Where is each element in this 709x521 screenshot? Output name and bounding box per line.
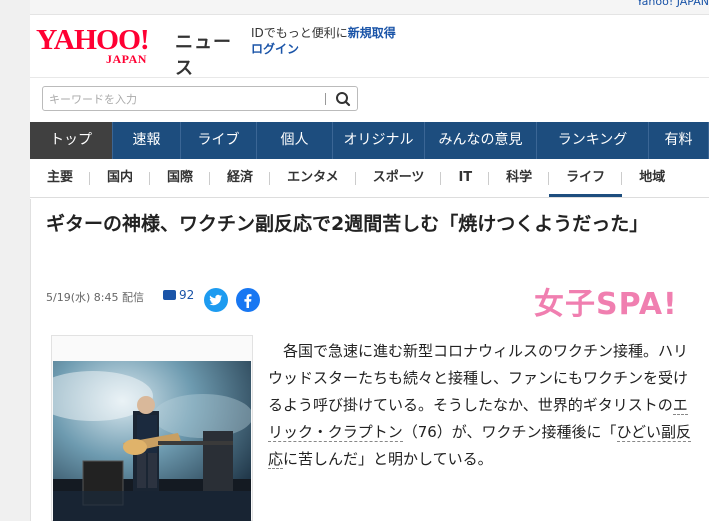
yahoo-news-logo[interactable]: YAHOO! JAPAN ニュース — [36, 24, 246, 79]
signup-link[interactable]: 新規取得 — [348, 26, 396, 40]
search-separator — [325, 93, 326, 105]
header-divider — [30, 77, 709, 78]
sub-nav-item[interactable]: 科学 — [489, 159, 550, 197]
facebook-share-button[interactable] — [236, 288, 260, 312]
main-nav-item[interactable]: オリジナル — [333, 122, 425, 159]
twitter-share-button[interactable] — [204, 288, 228, 312]
search-button[interactable] — [332, 89, 354, 109]
sub-nav-item[interactable]: エンタメ — [270, 159, 356, 197]
twitter-icon — [209, 294, 222, 306]
article-headline: ギターの神様、ワクチン副反応で2週間苦しむ「焼けつくようだった」 — [46, 213, 649, 235]
sub-nav-item[interactable]: 地域 — [622, 159, 682, 197]
search-icon — [336, 92, 351, 107]
comment-icon — [163, 290, 176, 300]
login-promo: IDでもっと便利に新規取得 ログイン — [251, 25, 396, 57]
search-input[interactable] — [47, 90, 321, 109]
publish-date: 5/19(水) 8:45 配信 — [46, 291, 144, 304]
article-body-part-3: に苦しんだ」と明かしている。 — [283, 450, 493, 468]
main-nav-item[interactable]: 有料 — [649, 122, 709, 159]
login-link[interactable]: ログイン — [251, 42, 299, 56]
facebook-icon — [244, 294, 252, 308]
main-nav-item[interactable]: 速報 — [113, 122, 181, 159]
article-body: 各国で急速に進む新型コロナウィルスのワクチン接種。ハリウッドスターたちも続々と接… — [268, 338, 698, 473]
main-nav: トップ 速報 ライブ 個人 オリジナル みんなの意見 ランキング 有料 — [30, 122, 709, 159]
promo-text: IDでもっと便利に — [251, 26, 348, 40]
sub-nav-item[interactable]: 国内 — [90, 159, 151, 197]
comment-count: 92 — [179, 288, 195, 302]
search-box — [42, 86, 358, 111]
yahoo-japan-link[interactable]: Yahoo! JAPAN — [636, 0, 709, 8]
sub-nav-item[interactable]: IT — [441, 159, 489, 197]
top-utility-bar: Yahoo! JAPAN — [30, 0, 709, 15]
article-body-part-1: 各国で急速に進む新型コロナウィルスのワクチン接種。ハリウッドスターたちも続々と接… — [268, 342, 689, 414]
article-body-part-2: （76）が、ワクチン接種後に「 — [402, 423, 617, 441]
sub-nav-item[interactable]: 国際 — [150, 159, 211, 197]
sub-nav-item[interactable]: スポーツ — [356, 159, 442, 197]
sub-nav-item[interactable]: 経済 — [210, 159, 271, 197]
main-nav-item[interactable]: みんなの意見 — [425, 122, 537, 159]
guitarist-photo-illustration — [53, 361, 251, 521]
sub-nav: 主要 国内 国際 経済 エンタメ スポーツ IT 科学 ライフ 地域 — [30, 159, 709, 198]
article-photo[interactable] — [53, 361, 251, 521]
main-nav-item[interactable]: ランキング — [537, 122, 649, 159]
main-nav-item[interactable]: 個人 — [257, 122, 333, 159]
source-logo[interactable]: 女子SPA! — [534, 279, 678, 323]
main-nav-item[interactable]: トップ — [30, 122, 113, 159]
sub-nav-item[interactable]: ライフ — [549, 159, 623, 197]
sub-nav-item[interactable]: 主要 — [30, 159, 91, 197]
logo-japan: JAPAN — [106, 52, 147, 66]
main-nav-item[interactable]: ライブ — [181, 122, 257, 159]
comments-link[interactable]: 92 — [163, 288, 194, 302]
logo-news: ニュース — [175, 32, 232, 79]
